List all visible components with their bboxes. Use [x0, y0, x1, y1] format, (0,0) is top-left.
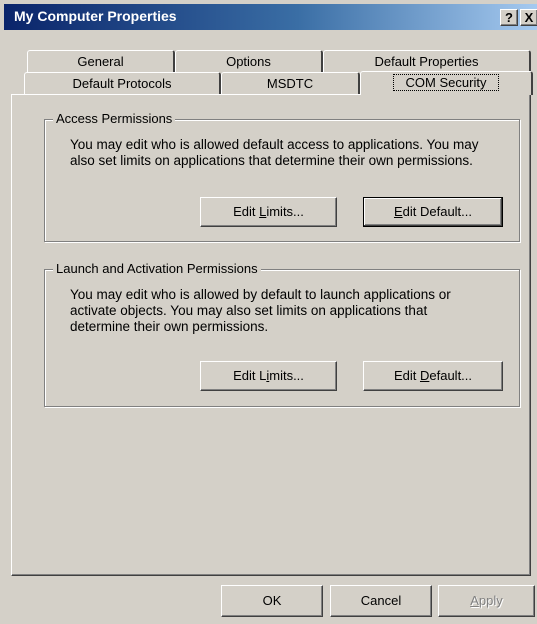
- close-button[interactable]: X: [520, 9, 537, 26]
- access-desc-line-1: You may edit who is allowed default acce…: [70, 137, 479, 152]
- launch-edit-default-button[interactable]: Edit Default...: [363, 361, 503, 391]
- title-bar[interactable]: My Computer Properties ? X: [4, 4, 537, 30]
- cancel-label: Cancel: [360, 593, 402, 608]
- tab-msdtc-label: MSDTC: [266, 76, 314, 91]
- launch-edit-limits-label-pre: Edit L: [233, 368, 267, 383]
- ok-label: OK: [262, 593, 282, 608]
- tab-general[interactable]: General: [27, 50, 175, 72]
- launch-permissions-group: Launch and Activation Permissions You ma…: [44, 261, 520, 407]
- access-edit-limits-label-pre: Edit: [233, 204, 260, 219]
- apply-mnemonic: A: [470, 593, 479, 608]
- apply-button[interactable]: Apply: [438, 585, 535, 617]
- ok-button[interactable]: OK: [221, 585, 323, 617]
- tab-panel: Access Permissions You may edit who is a…: [11, 94, 531, 576]
- tab-options[interactable]: Options: [175, 50, 323, 72]
- launch-edit-default-label-pre: Edit: [393, 368, 420, 383]
- launch-desc-line-1: You may edit who is allowed by default t…: [70, 287, 451, 302]
- tab-com-security-label: COM Security: [392, 74, 500, 91]
- access-permissions-title: Access Permissions: [53, 111, 176, 126]
- access-edit-limits-button[interactable]: Edit Limits...: [200, 197, 337, 227]
- tab-default-properties-label: Default Properties: [374, 54, 479, 69]
- help-button[interactable]: ?: [500, 9, 518, 26]
- tab-default-protocols[interactable]: Default Protocols: [24, 72, 221, 94]
- properties-dialog: My Computer Properties ? X General Optio…: [0, 0, 537, 624]
- tab-msdtc[interactable]: MSDTC: [221, 72, 360, 94]
- tab-options-label: Options: [226, 54, 271, 69]
- access-edit-default-button[interactable]: Edit Default...: [363, 197, 503, 227]
- launch-edit-limits-label-post: mits...: [269, 368, 304, 383]
- tab-general-label: General: [77, 54, 124, 69]
- tab-com-security[interactable]: COM Security: [360, 71, 533, 95]
- access-permissions-description: You may edit who is allowed default acce…: [70, 137, 479, 169]
- window-title: My Computer Properties: [14, 8, 177, 24]
- cancel-button[interactable]: Cancel: [330, 585, 432, 617]
- apply-label-post: pply: [478, 593, 503, 608]
- launch-permissions-title: Launch and Activation Permissions: [53, 261, 261, 276]
- tab-default-properties[interactable]: Default Properties: [323, 50, 531, 72]
- launch-permissions-description: You may edit who is allowed by default t…: [70, 287, 451, 335]
- launch-desc-line-2: activate objects. You may also set limit…: [70, 303, 428, 318]
- launch-desc-line-3: determine their own permissions.: [70, 319, 269, 334]
- access-desc-line-2: also set limits on applications that det…: [70, 153, 473, 168]
- access-edit-default-mnemonic: E: [393, 204, 403, 219]
- launch-edit-default-label-post: efault...: [429, 368, 473, 383]
- launch-edit-default-mnemonic: D: [419, 368, 430, 383]
- access-edit-limits-label-post: imits...: [266, 204, 304, 219]
- tab-default-protocols-label: Default Protocols: [72, 76, 172, 91]
- access-permissions-group: Access Permissions You may edit who is a…: [44, 111, 520, 242]
- access-edit-default-label-post: dit Default...: [402, 204, 473, 219]
- launch-edit-limits-button[interactable]: Edit Limits...: [200, 361, 337, 391]
